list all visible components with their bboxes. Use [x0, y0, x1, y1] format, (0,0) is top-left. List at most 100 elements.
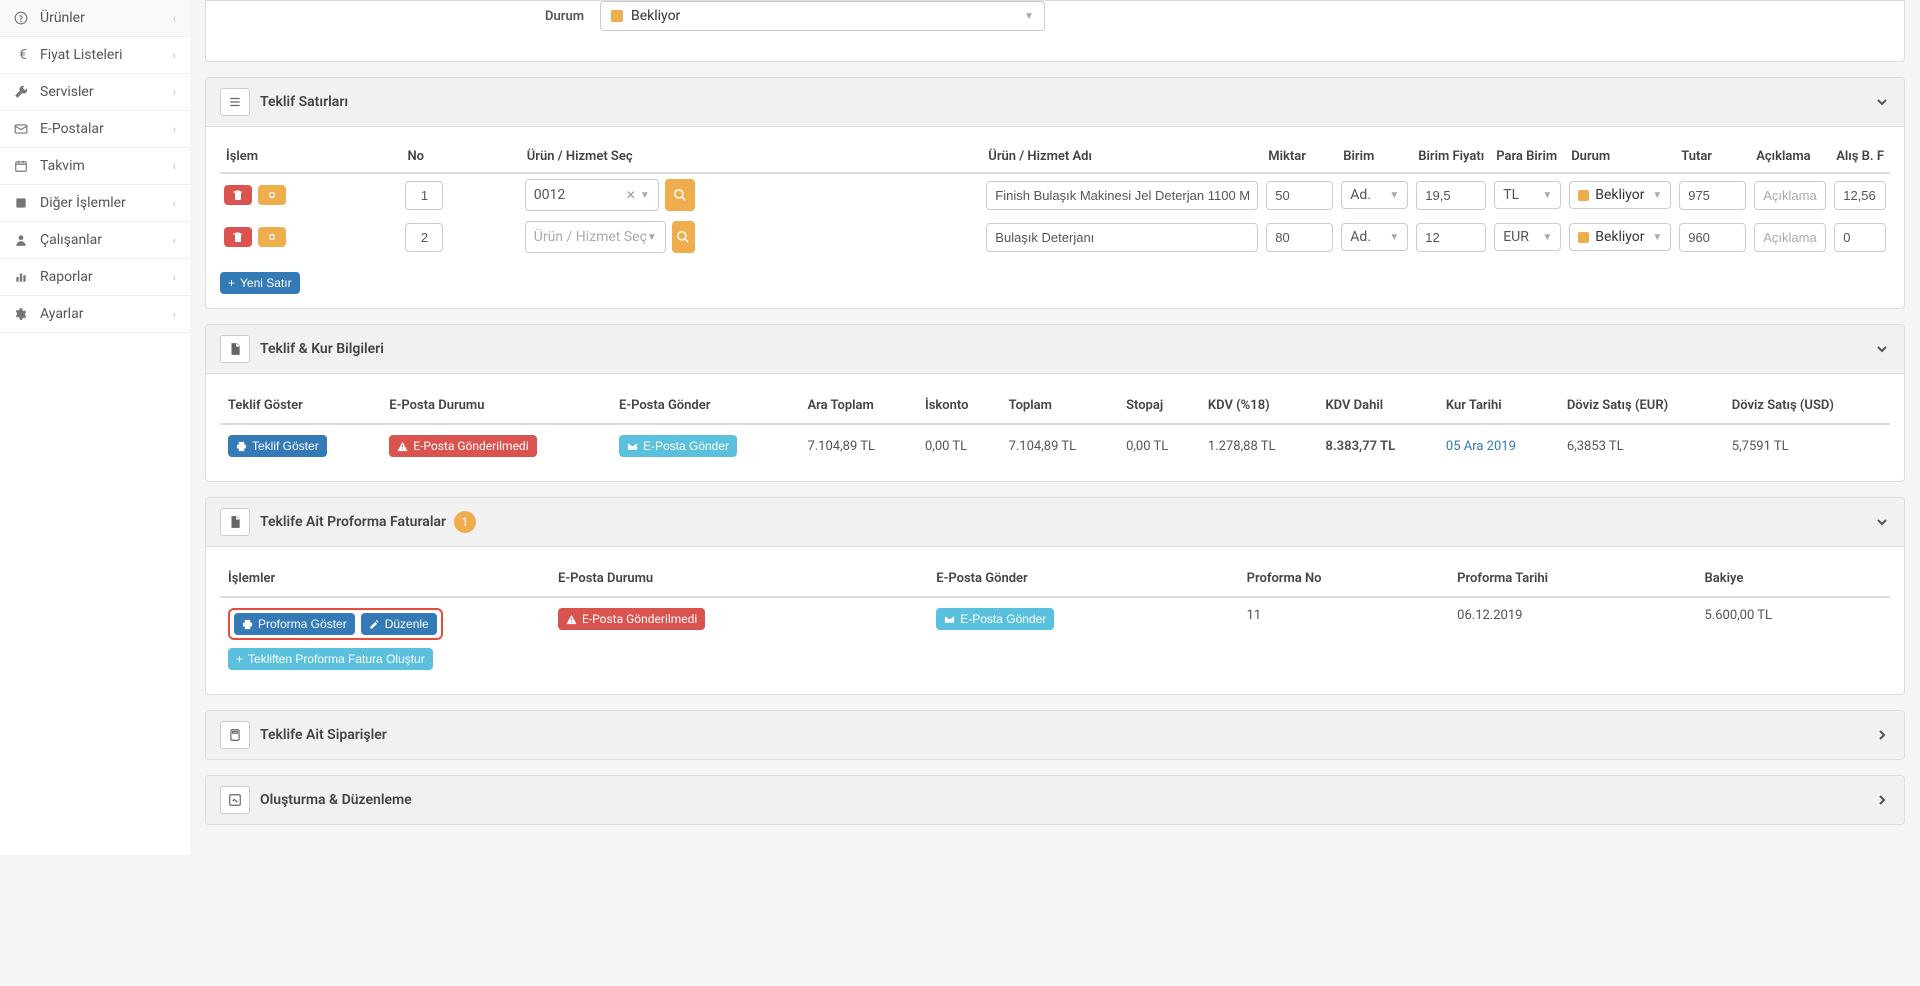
sidebar-label: Servisler — [40, 84, 94, 100]
warning-icon — [566, 614, 577, 625]
th: Proforma Tarihi — [1449, 561, 1696, 597]
reset-row-button[interactable] — [258, 227, 286, 247]
sidebar-item-epostalar[interactable]: E-Postalar ‹ — [0, 111, 190, 148]
chevron-left-icon: ‹ — [173, 234, 176, 247]
highlighted-actions: Proforma Göster Düzenle — [228, 608, 443, 640]
description-input[interactable] — [1754, 181, 1826, 210]
email-send-button[interactable]: E-Posta Gönder — [936, 608, 1054, 630]
th: Ara Toplam — [799, 388, 917, 424]
envelope-icon — [14, 122, 32, 136]
status-select[interactable]: Bekliyor ▼ — [600, 1, 1045, 31]
kur-tarihi-link[interactable]: 05 Ara 2019 — [1446, 439, 1516, 454]
product-select[interactable]: Ürün / Hizmet Seç ▼ — [525, 221, 666, 253]
clear-icon[interactable]: ✕ — [626, 188, 636, 202]
teklif-goster-button[interactable]: Teklif Göster — [228, 435, 327, 457]
chevron-down-icon[interactable] — [1874, 94, 1890, 110]
unit-select[interactable]: Ad. ▼ — [1341, 223, 1408, 251]
panel-header[interactable]: Teklife Ait Siparişler — [206, 711, 1904, 759]
product-name-input[interactable] — [986, 181, 1258, 210]
th-urun-sec: Ürün / Hizmet Seç — [521, 141, 983, 173]
th: Bakiye — [1696, 561, 1890, 597]
chevron-down-icon[interactable] — [1874, 341, 1890, 357]
panel-header[interactable]: Oluşturma & Düzenleme — [206, 776, 1904, 824]
th: İşlemler — [220, 561, 550, 597]
buy-price-input[interactable] — [1834, 223, 1886, 252]
add-row-button[interactable]: + Yeni Satır — [220, 272, 300, 294]
unit-price-input[interactable] — [1416, 223, 1486, 252]
row-no-input[interactable] — [405, 223, 443, 252]
create-proforma-button[interactable]: + Tekliften Proforma Fatura Oluştur — [228, 648, 433, 670]
sidebar-item-servisler[interactable]: Servisler ‹ — [0, 74, 190, 111]
chevron-down-icon: ▼ — [647, 232, 657, 243]
chevron-down-icon: ▼ — [1542, 190, 1552, 201]
unit-select[interactable]: Ad. ▼ — [1341, 181, 1408, 209]
product-code: 0012 — [534, 187, 622, 203]
plus-icon: + — [236, 652, 243, 666]
chevron-right-icon[interactable] — [1874, 792, 1890, 808]
unit-price-input[interactable] — [1416, 181, 1486, 210]
sidebar-label: Fiyat Listeleri — [40, 47, 122, 63]
panel-header: Teklif Satırları — [206, 78, 1904, 127]
amount-input[interactable] — [1679, 223, 1746, 252]
buy-price-input[interactable] — [1834, 181, 1886, 210]
product-name-input[interactable] — [986, 223, 1258, 252]
sidebar-item-takvim[interactable]: Takvim ‹ — [0, 148, 190, 185]
sidebar-item-ayarlar[interactable]: Ayarlar ‹ — [0, 296, 190, 333]
chevron-left-icon: ‹ — [173, 86, 176, 99]
quantity-input[interactable] — [1266, 181, 1333, 210]
top-form-panel: Durum Bekliyor ▼ — [205, 0, 1905, 62]
proforma-count-badge: 1 — [454, 511, 476, 533]
email-status-badge: E-Posta Gönderilmedi — [558, 608, 705, 630]
chevron-left-icon: ‹ — [173, 160, 176, 173]
th: Döviz Satış (USD) — [1724, 388, 1890, 424]
description-input[interactable] — [1754, 223, 1826, 252]
th: Proforma No — [1239, 561, 1450, 597]
row-status-select[interactable]: Bekliyor ▼ — [1569, 223, 1671, 251]
proforma-goster-button[interactable]: Proforma Göster — [234, 613, 355, 635]
status-label: Durum — [430, 9, 600, 24]
chevron-down-icon[interactable] — [1874, 514, 1890, 530]
th-no: No — [401, 141, 520, 173]
sidebar-item-diger-islemler[interactable]: Diğer İşlemler ‹ — [0, 185, 190, 222]
iskonto: 0,00 TL — [917, 424, 1001, 467]
th-birim: Birim — [1337, 141, 1412, 173]
kdv18: 1.278,88 TL — [1200, 424, 1318, 467]
print-icon — [242, 619, 253, 630]
chevron-right-icon[interactable] — [1874, 727, 1890, 743]
proforma-table: İşlemler E-Posta Durumu E-Posta Gönder P… — [220, 561, 1890, 680]
delete-row-button[interactable] — [224, 185, 252, 205]
th: Teklif Göster — [220, 388, 381, 424]
warning-icon — [397, 441, 408, 452]
sidebar-item-raporlar[interactable]: Raporlar ‹ — [0, 259, 190, 296]
chevron-left-icon: ‹ — [173, 308, 176, 321]
th: E-Posta Gönder — [928, 561, 1238, 597]
panel-title: Teklife Ait Siparişler — [260, 727, 387, 743]
amount-input[interactable] — [1679, 181, 1746, 210]
panel-title: Teklif & Kur Bilgileri — [260, 341, 384, 357]
row-no-input[interactable] — [405, 181, 443, 210]
th: Döviz Satış (EUR) — [1559, 388, 1724, 424]
calendar-icon — [14, 159, 32, 173]
sidebar-item-urunler[interactable]: Ürünler ‹ — [0, 0, 190, 37]
chevron-left-icon: ‹ — [173, 49, 176, 62]
duzenle-button[interactable]: Düzenle — [361, 613, 437, 635]
quantity-input[interactable] — [1266, 223, 1333, 252]
row-status-select[interactable]: Bekliyor ▼ — [1569, 181, 1671, 209]
product-select[interactable]: 0012 ✕ ▼ — [525, 179, 659, 211]
currency-select[interactable]: TL ▼ — [1494, 181, 1561, 209]
sidebar-label: Raporlar — [40, 269, 93, 285]
th: E-Posta Gönder — [611, 388, 799, 424]
table-row: Teklif Göster E-Posta Gönderilmedi — [220, 424, 1890, 467]
delete-row-button[interactable] — [224, 227, 252, 247]
reset-row-button[interactable] — [258, 185, 286, 205]
barchart-icon — [14, 270, 32, 284]
sidebar-label: Çalışanlar — [40, 232, 102, 248]
currency-select[interactable]: EUR ▼ — [1494, 223, 1561, 251]
kur-table: Teklif Göster E-Posta Durumu E-Posta Gön… — [220, 388, 1890, 467]
product-search-button[interactable] — [672, 221, 695, 253]
sidebar-item-fiyat-listeleri[interactable]: € Fiyat Listeleri ‹ — [0, 37, 190, 74]
product-search-button[interactable] — [665, 179, 695, 211]
th: E-Posta Durumu — [381, 388, 611, 424]
sidebar-item-calisanlar[interactable]: Çalışanlar ‹ — [0, 222, 190, 259]
email-send-button[interactable]: E-Posta Gönder — [619, 435, 737, 457]
